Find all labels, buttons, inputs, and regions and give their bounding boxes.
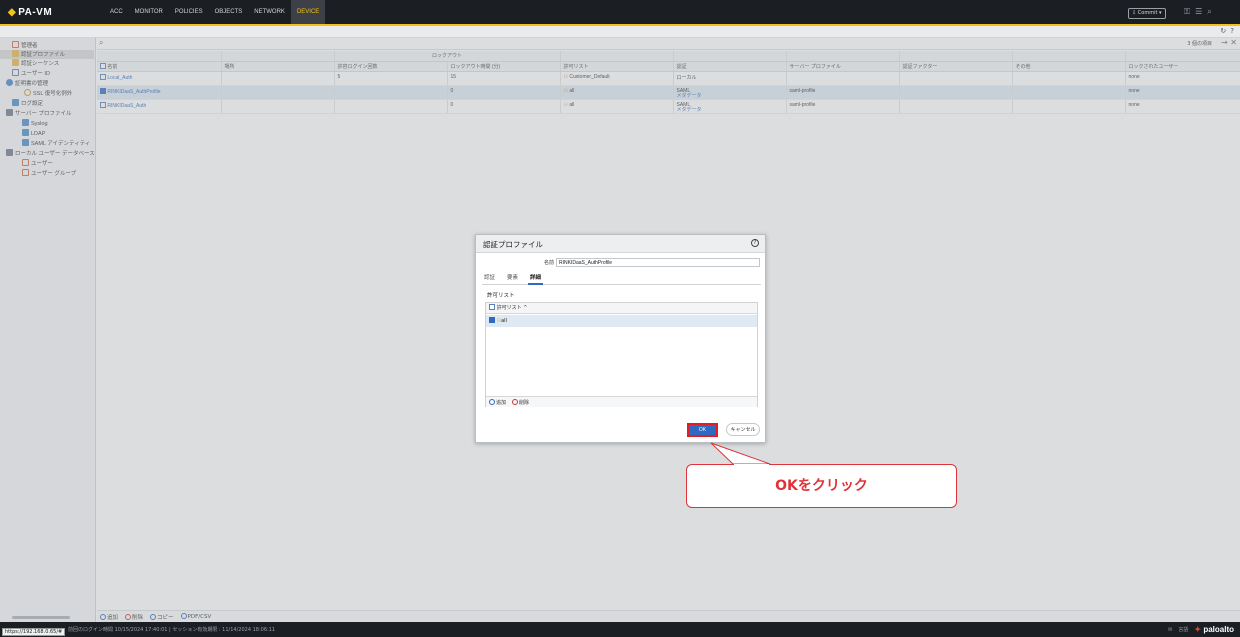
callout-tail-cover (734, 464, 769, 466)
